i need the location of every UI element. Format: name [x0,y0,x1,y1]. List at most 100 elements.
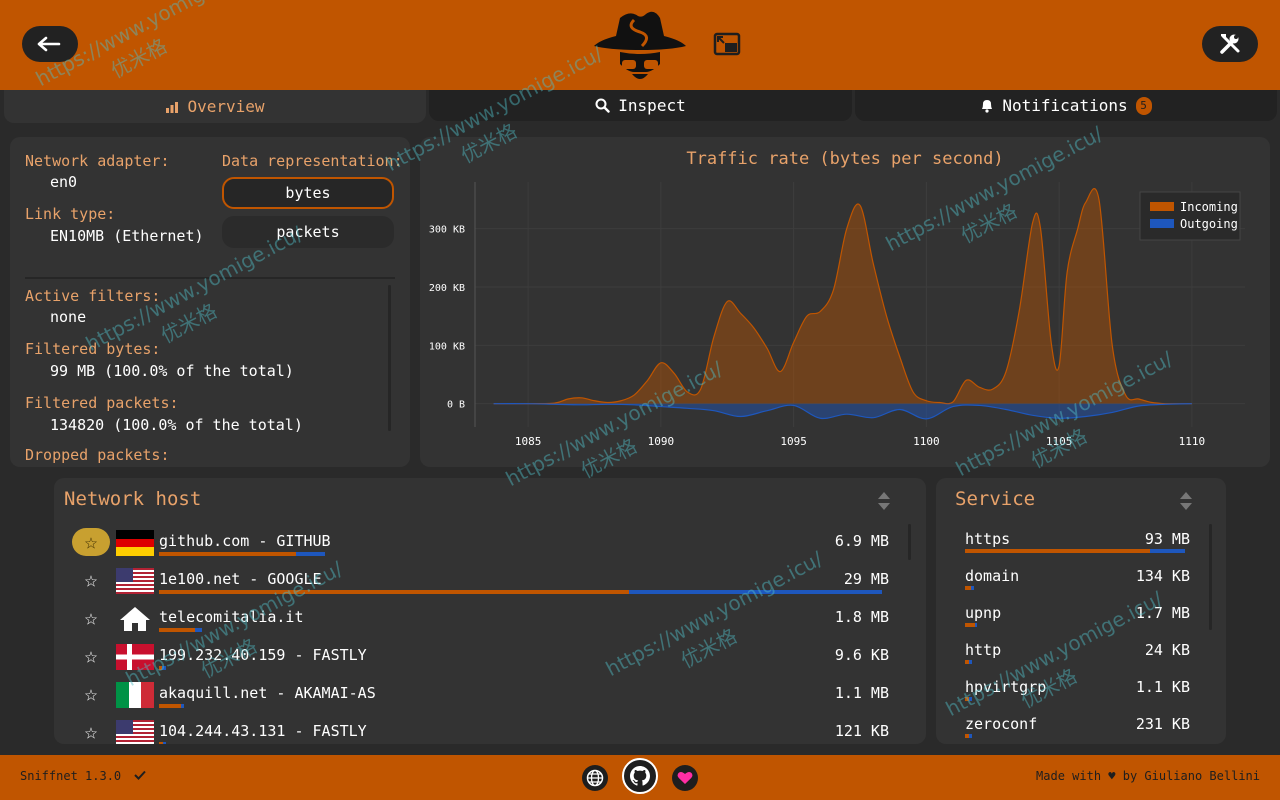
incoming-bar [159,552,297,556]
heart-icon [677,771,693,784]
outgoing-bar [161,666,166,670]
service-size: 93 MB [1144,530,1190,548]
settings-button[interactable] [1202,26,1258,62]
host-size: 9.6 KB [834,646,889,664]
service-name: zeroconf [965,715,1038,733]
credits: Made with ♥ by Giuliano Bellini [1036,769,1260,783]
service-size: 134 KB [1135,567,1190,585]
usa-flag-icon [116,720,154,744]
incoming-bar [965,623,975,627]
service-row[interactable]: domain 134 KB [936,565,1196,602]
home-icon [116,606,154,632]
service-size: 1.1 KB [1135,678,1190,696]
x-tick-label: 1105 [1046,435,1073,448]
adapter-label: Network adapter: [25,152,170,170]
x-tick-label: 1100 [913,435,940,448]
host-row[interactable]: ☆ github.com - GITHUB 6.9 MB [54,528,914,566]
github-button[interactable] [622,758,658,794]
favorite-star-icon[interactable]: ☆ [72,604,110,632]
host-size: 29 MB [843,570,889,588]
legend-label: Incoming [1180,200,1238,214]
favorite-star-icon[interactable]: ☆ [72,528,110,556]
service-row[interactable]: https 93 MB [936,528,1196,565]
y-tick-label: 300 KB [429,225,465,236]
search-icon [595,98,610,113]
service-row[interactable]: http 24 KB [936,639,1196,676]
favorite-star-icon[interactable]: ☆ [72,680,110,708]
service-row[interactable]: zeroconf 231 KB [936,713,1196,744]
host-row[interactable]: ☆ telecomitalia.it 1.8 MB [54,604,914,642]
tab-inspect[interactable]: Inspect [429,90,852,121]
active-filters-label: Active filters: [25,287,161,305]
host-name: telecomitalia.it [159,608,304,626]
active-filters-value: none [50,308,87,326]
dropped-packets-label: Dropped packets: [25,446,170,464]
service-size: 24 KB [1144,641,1190,659]
host-scrollbar[interactable] [908,524,911,560]
tab-notifications[interactable]: Notifications 5 [855,90,1277,121]
favorite-star-icon[interactable]: ☆ [72,642,110,670]
tab-overview[interactable]: Overview [4,90,426,123]
chart-icon [166,101,179,113]
sponsor-button[interactable] [672,765,698,791]
divider [25,277,395,279]
italy-flag-icon [116,682,154,708]
service-name: upnp [965,604,1002,622]
service-row[interactable]: upnp 1.7 MB [936,602,1196,639]
link-type-label: Link type: [25,205,116,223]
website-button[interactable] [582,765,608,791]
github-icon [630,766,650,786]
repr-packets-button[interactable]: packets [222,216,394,248]
sort-icon[interactable] [1178,490,1194,512]
outgoing-bar [969,734,973,738]
x-tick-label: 1085 [515,435,542,448]
service-name: http [965,641,1002,659]
footer: Sniffnet 1.3.0 Made with ♥ by Giuliano B… [0,755,1280,800]
filtered-bytes-value: 99 MB (100.0% of the total) [50,362,294,380]
service-size: 1.7 MB [1135,604,1190,622]
host-size: 6.9 MB [834,532,889,550]
version-info: Sniffnet 1.3.0 [20,769,147,783]
tab-inspect-label: Inspect [618,96,686,115]
service-name: hpvirtgrp [965,678,1047,696]
incoming-bar [965,549,1150,553]
filtered-packets-value: 134820 (100.0% of the total) [50,416,303,434]
host-row[interactable]: ☆ 1e100.net - GOOGLE 29 MB [54,566,914,604]
picture-in-picture-icon[interactable] [712,30,742,60]
incoming-bar [159,590,629,594]
denmark-flag-icon [116,644,154,670]
host-name: 104.244.43.131 - FASTLY [159,722,367,740]
sort-icon[interactable] [876,490,892,512]
outgoing-bar [970,586,974,590]
host-row[interactable]: ☆ 104.244.43.131 - FASTLY 121 KB [54,718,914,744]
filtered-packets-label: Filtered packets: [25,394,179,412]
data-representation-label: Data representation: [222,152,403,170]
version-label: Sniffnet 1.3.0 [20,769,122,783]
outgoing-bar [195,628,203,632]
checkmark-icon [134,770,147,780]
repr-bytes-button[interactable]: bytes [222,177,394,209]
tab-overview-label: Overview [187,97,265,116]
favorite-star-icon[interactable]: ☆ [72,566,110,594]
favorite-star-icon[interactable]: ☆ [72,718,110,745]
service-name: https [965,530,1011,548]
y-tick-label: 100 KB [429,341,465,352]
host-row[interactable]: ☆ akaquill.net - AKAMAI-AS 1.1 MB [54,680,914,718]
network-host-title: Network host [64,488,202,510]
info-scrollbar[interactable] [388,285,391,431]
host-size: 121 KB [834,722,889,740]
outgoing-bar [974,623,977,627]
globe-icon [586,769,604,787]
outgoing-bar [969,697,973,701]
host-name: akaquill.net - AKAMAI-AS [159,684,376,702]
x-tick-label: 1110 [1179,435,1206,448]
host-row[interactable]: ☆ 199.232.40.159 - FASTLY 9.6 KB [54,642,914,680]
incoming-bar [159,704,181,708]
outgoing-bar [163,742,167,744]
service-row[interactable]: hpvirtgrp 1.1 KB [936,676,1196,713]
service-scrollbar[interactable] [1209,524,1212,630]
back-button[interactable] [22,26,78,62]
outgoing-bar [296,552,326,556]
info-panel: Network adapter: en0 Link type: EN10MB (… [10,137,410,467]
traffic-chart: 0 B 100 KB 200 KB 300 KB 1085 1090 1095 1100 110… [429,182,1245,448]
